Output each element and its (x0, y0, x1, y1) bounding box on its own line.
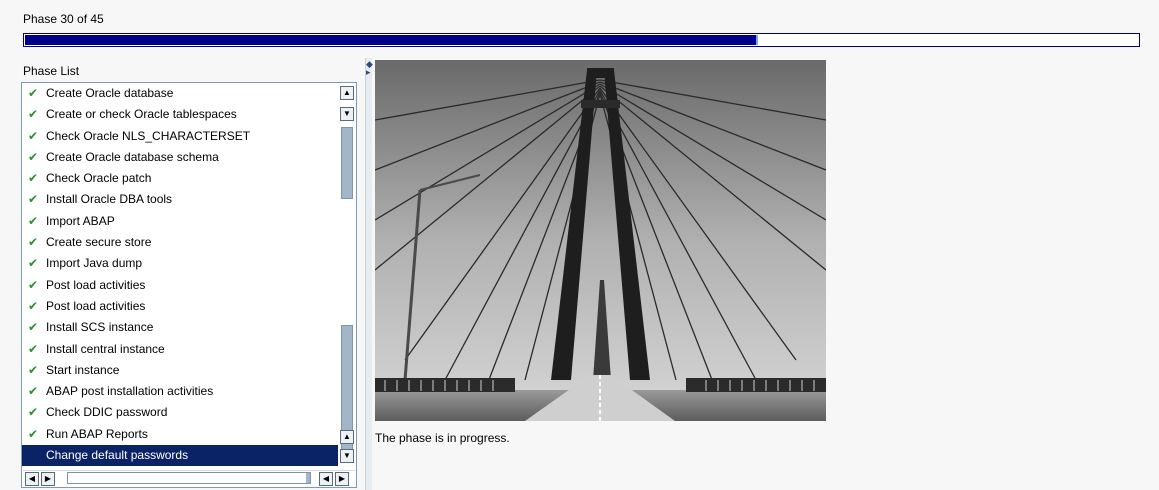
scroll-down-button[interactable]: ▼ (340, 449, 354, 463)
phase-list-item-label: Create Oracle database (46, 86, 174, 100)
phase-list-item[interactable]: ✔ Check DDIC password (22, 402, 338, 423)
phase-list-item[interactable]: ✔ Run ABAP Reports (22, 424, 338, 445)
checkmark-icon: ✔ (28, 107, 39, 122)
bridge-image (374, 60, 827, 421)
scroll-up-button[interactable]: ▲ (340, 86, 354, 100)
phase-list-item[interactable]: ✔ Create Oracle database schema (22, 147, 338, 168)
phase-list-item-label: Start instance (46, 362, 120, 377)
checkmark-icon: ✔ (28, 426, 39, 441)
phase-list-item-label: Import ABAP (46, 213, 115, 228)
horizontal-scroll-track[interactable] (67, 472, 311, 484)
bridge-illustration (374, 60, 827, 421)
checkmark-icon: ✔ (28, 384, 39, 399)
phase-list-item-label: Install Oracle DBA tools (46, 192, 173, 207)
scroll-right-end-button[interactable]: ▶ (335, 472, 349, 486)
checkmark-icon: ✔ (28, 362, 39, 377)
page-up-button[interactable]: ▲ (340, 430, 354, 444)
phase-list-item[interactable]: ✔ Post load activities (22, 296, 338, 317)
phase-list-horizontal-scrollbar[interactable]: ◀ ▶ ◀ ▶ (23, 470, 355, 486)
checkmark-icon: ✔ (28, 171, 39, 186)
phase-list-item[interactable]: ✔ ABAP post installation activities (22, 381, 338, 402)
phase-list: ✔ Create Oracle database ✔ Create or check … (22, 83, 338, 467)
phase-list-item-label: Create secure store (46, 235, 152, 250)
checkmark-icon: ✔ (28, 256, 39, 271)
phase-list-item[interactable]: ✔ Install Oracle DBA tools (22, 189, 338, 210)
phase-list-item[interactable]: ✔ Check Oracle NLS_CHARACTERSET (22, 126, 338, 147)
phase-list-item[interactable]: ✔ Check Oracle patch (22, 168, 338, 189)
horizontal-scroll-thumb[interactable] (306, 473, 310, 483)
phase-progress-bar (23, 33, 1140, 47)
checkmark-icon: ✔ (28, 213, 39, 228)
phase-list-item[interactable]: Change default passwords (22, 445, 338, 467)
checkmark-icon: ✔ (28, 341, 39, 356)
checkmark-icon: ✔ (28, 86, 39, 100)
phase-list-item-label: Install SCS instance (46, 320, 154, 335)
progress-bar-fill (25, 35, 759, 45)
phase-list-item-label: Post load activities (46, 277, 146, 292)
scroll-right-button[interactable]: ▶ (41, 472, 55, 486)
phase-list-item-label: Install central instance (46, 341, 165, 356)
scroll-left-end-button[interactable]: ◀ (319, 472, 333, 486)
phase-list-item[interactable]: ✔ Create Oracle database (22, 83, 338, 104)
checkmark-icon: ✔ (28, 405, 39, 420)
phase-list-item[interactable]: ✔ Create secure store (22, 232, 338, 253)
checkmark-icon: ✔ (28, 320, 39, 335)
phase-status-text: The phase is in progress. (375, 431, 510, 445)
checkmark-icon: ✔ (28, 128, 39, 143)
panel-splitter[interactable]: ◆ ▸ (365, 58, 373, 490)
phase-list-item-label: Check Oracle patch (46, 171, 152, 186)
phase-list-item-label: Run ABAP Reports (46, 426, 148, 441)
splitter-grip-icon[interactable]: ◆ ▸ (366, 60, 373, 77)
phase-list-item[interactable]: ✔ Post load activities (22, 275, 338, 296)
phase-list-item[interactable]: ✔ Create or check Oracle tablespaces (22, 104, 338, 125)
phase-list-item[interactable]: ✔ Start instance (22, 360, 338, 381)
phase-list-item-label: Create or check Oracle tablespaces (46, 107, 237, 122)
checkmark-icon: ✔ (28, 277, 39, 292)
checkmark-icon: ✔ (28, 192, 39, 207)
phase-list-item-label: Change default passwords (46, 448, 189, 463)
phase-list-item-label: Import Java dump (46, 256, 143, 271)
scroll-left-button[interactable]: ◀ (25, 472, 39, 486)
phase-list-item-label: Check DDIC password (46, 405, 168, 420)
phase-counter: Phase 30 of 45 (23, 12, 104, 26)
phase-list-item[interactable]: ✔ Install central instance (22, 339, 338, 360)
checkmark-icon: ✔ (28, 235, 39, 250)
phase-list-item-label: Post load activities (46, 298, 146, 313)
phase-list-item-label: ABAP post installation activities (46, 384, 214, 399)
phase-list-vertical-scrollbar[interactable]: ▲ ▼ ▲ ▼ (339, 83, 355, 466)
checkmark-icon: ✔ (28, 149, 39, 164)
page-down-button[interactable]: ▼ (340, 107, 354, 121)
scrollbar-thumb-upper[interactable] (341, 127, 353, 199)
phase-list-item[interactable]: ✔ Import ABAP (22, 211, 338, 232)
phase-list-item-label: Create Oracle database schema (46, 149, 219, 164)
phase-list-panel: ✔ Create Oracle database ✔ Create or check … (21, 82, 357, 488)
phase-list-item[interactable]: ✔ Import Java dump (22, 253, 338, 274)
checkmark-icon: ✔ (28, 298, 39, 313)
phase-list-item[interactable]: ✔ Install SCS instance (22, 317, 338, 338)
phase-list-item-label: Check Oracle NLS_CHARACTERSET (46, 128, 251, 143)
phase-list-title: Phase List (23, 64, 80, 78)
